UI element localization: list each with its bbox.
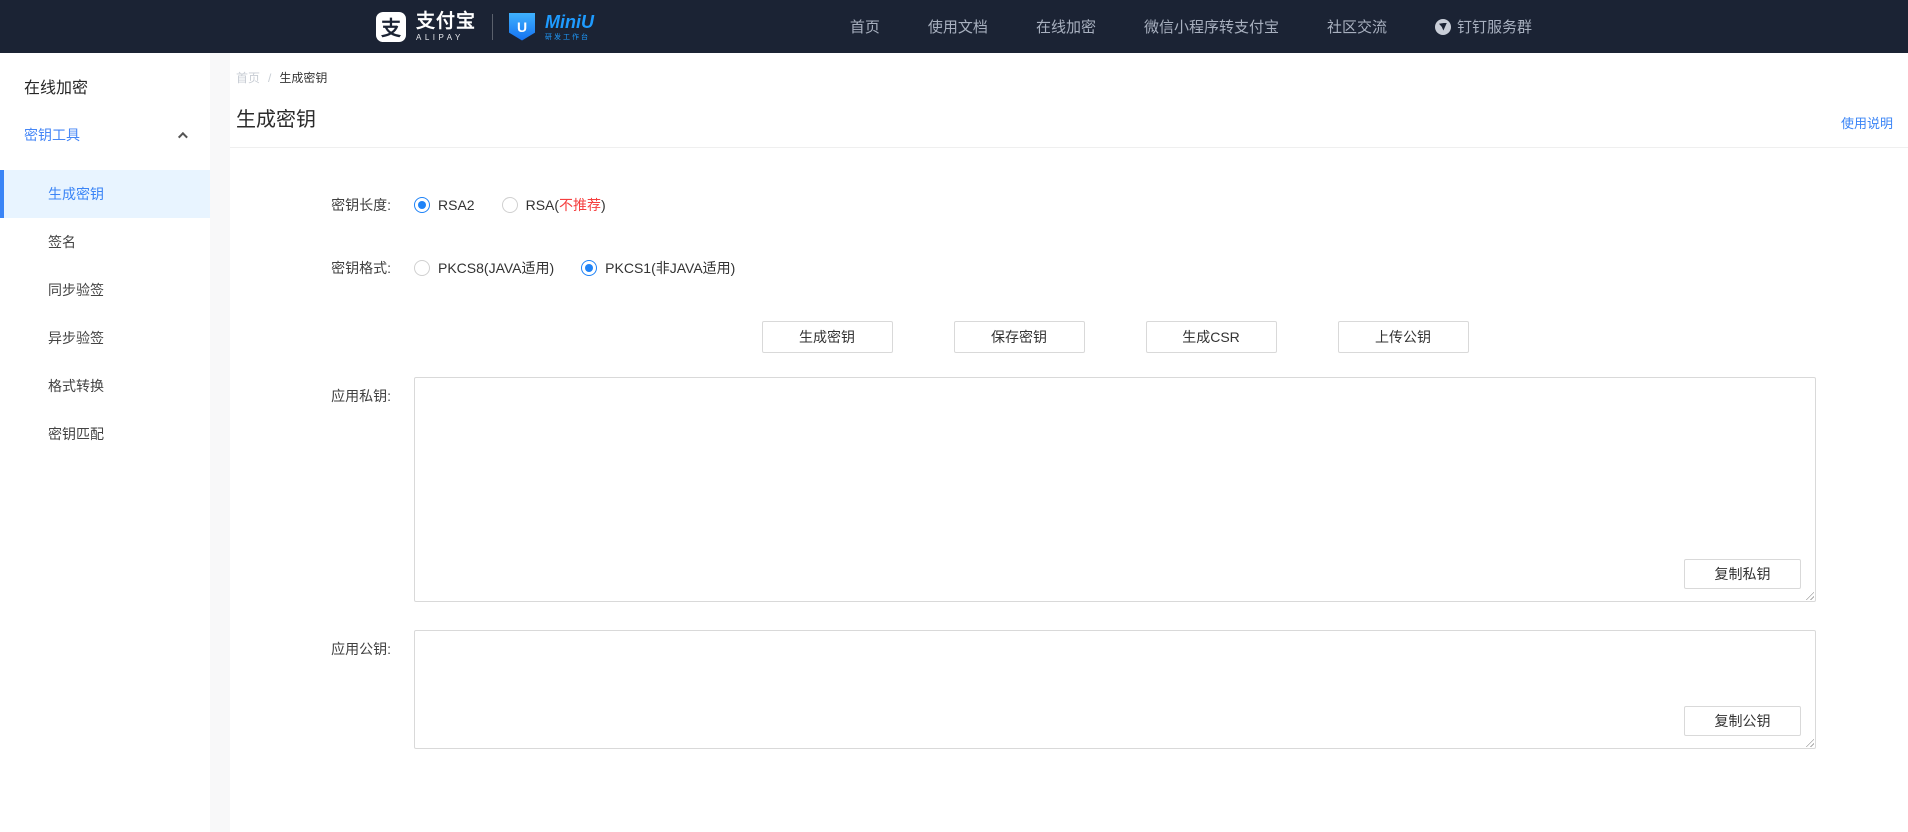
nav-item-docs[interactable]: 使用文档 xyxy=(928,16,988,37)
radio-pkcs1[interactable]: PKCS1(非JAVA适用) xyxy=(581,258,735,278)
nav-item-online-encrypt[interactable]: 在线加密 xyxy=(1036,16,1096,37)
radio-pkcs8[interactable]: PKCS8(JAVA适用) xyxy=(414,258,554,278)
alipay-en-text: ALIPAY xyxy=(416,34,476,42)
nav-item-dingtalk-group[interactable]: 钉钉服务群 xyxy=(1435,16,1532,37)
title-row: 生成密钥 使用说明 xyxy=(236,103,1893,132)
radio-selected-icon xyxy=(414,197,430,213)
breadcrumb-home[interactable]: 首页 xyxy=(236,69,260,86)
sidebar-item-key-match[interactable]: 密钥匹配 xyxy=(0,410,210,458)
private-key-textarea[interactable] xyxy=(414,377,1816,602)
brand-logo[interactable]: 支 支付宝 ALIPAY U MiniU 研发工作台 xyxy=(376,12,594,42)
generate-csr-button[interactable]: 生成CSR xyxy=(1146,321,1277,353)
radio-rsa[interactable]: RSA(不推荐) xyxy=(502,195,606,215)
copy-public-key-button[interactable]: 复制公钥 xyxy=(1684,706,1801,736)
radio-pkcs1-label: PKCS1(非JAVA适用) xyxy=(605,258,735,278)
radio-pkcs8-label: PKCS8(JAVA适用) xyxy=(438,258,554,278)
radio-rsa-prefix: RSA( xyxy=(526,197,559,213)
key-length-options: RSA2 RSA(不推荐) xyxy=(414,195,606,215)
radio-selected-icon xyxy=(581,260,597,276)
sidebar-item-async-verify[interactable]: 异步验签 xyxy=(0,314,210,362)
navbar-menu: 首页 使用文档 在线加密 微信小程序转支付宝 社区交流 钉钉服务群 xyxy=(850,16,1532,37)
upload-public-key-button[interactable]: 上传公钥 xyxy=(1338,321,1469,353)
public-key-label: 应用公钥: xyxy=(230,630,414,659)
key-format-label: 密钥格式: xyxy=(230,258,414,278)
chevron-up-icon xyxy=(178,131,188,141)
top-navbar: 支 支付宝 ALIPAY U MiniU 研发工作台 首页 使用文档 在线加密 … xyxy=(0,0,1908,53)
miniu-wordmark: MiniU 研发工作台 xyxy=(545,13,594,41)
sidebar-item-format-convert[interactable]: 格式转换 xyxy=(0,362,210,410)
public-key-field-wrap: 复制公钥 xyxy=(414,630,1816,749)
copy-private-key-button[interactable]: 复制私钥 xyxy=(1684,559,1801,589)
sidebar-item-list: 生成密钥 签名 同步验签 异步验签 格式转换 密钥匹配 xyxy=(0,170,210,458)
page-body: 在线加密 密钥工具 生成密钥 签名 同步验签 异步验签 格式转换 密钥匹配 首页… xyxy=(0,53,1908,832)
radio-rsa2[interactable]: RSA2 xyxy=(414,197,475,213)
sidebar: 在线加密 密钥工具 生成密钥 签名 同步验签 异步验签 格式转换 密钥匹配 xyxy=(0,53,210,832)
miniu-subtitle-text: 研发工作台 xyxy=(545,34,594,41)
nav-item-community[interactable]: 社区交流 xyxy=(1327,16,1387,37)
radio-rsa-label: RSA(不推荐) xyxy=(526,195,606,215)
sidebar-group-key-tools[interactable]: 密钥工具 xyxy=(0,125,210,145)
key-length-row: 密钥长度: RSA2 RSA(不推荐) xyxy=(230,195,1908,215)
nav-item-wechat-to-alipay[interactable]: 微信小程序转支付宝 xyxy=(1144,16,1279,37)
miniu-shield-icon: U xyxy=(509,13,535,41)
sidebar-item-sync-verify[interactable]: 同步验签 xyxy=(0,266,210,314)
miniu-name-text: MiniU xyxy=(545,13,594,31)
alipay-cn-text: 支付宝 xyxy=(416,12,476,31)
key-format-options: PKCS8(JAVA适用) PKCS1(非JAVA适用) xyxy=(414,258,735,278)
radio-unselected-icon xyxy=(414,260,430,276)
logo-divider xyxy=(492,14,493,40)
key-generation-form: 密钥长度: RSA2 RSA(不推荐) 密钥格式: xyxy=(230,148,1908,749)
private-key-label: 应用私钥: xyxy=(230,377,414,406)
save-key-button[interactable]: 保存密钥 xyxy=(954,321,1085,353)
breadcrumb: 首页 / 生成密钥 xyxy=(236,69,1893,86)
radio-rsa-warning: 不推荐 xyxy=(559,197,601,213)
page-header: 首页 / 生成密钥 生成密钥 使用说明 xyxy=(230,53,1908,148)
dingtalk-icon xyxy=(1435,19,1451,35)
main-content: 首页 / 生成密钥 生成密钥 使用说明 密钥长度: RSA2 xyxy=(230,53,1908,832)
nav-item-home[interactable]: 首页 xyxy=(850,16,880,37)
radio-rsa-suffix: ) xyxy=(601,197,606,213)
radio-unselected-icon xyxy=(502,197,518,213)
sidebar-group-label: 密钥工具 xyxy=(24,125,80,145)
radio-rsa2-label: RSA2 xyxy=(438,197,475,213)
breadcrumb-separator: / xyxy=(268,71,271,85)
key-format-row: 密钥格式: PKCS8(JAVA适用) PKCS1(非JAVA适用) xyxy=(230,258,1908,278)
dingtalk-wing-glyph xyxy=(1439,23,1447,31)
sidebar-content-divider xyxy=(210,53,230,832)
public-key-textarea[interactable] xyxy=(414,630,1816,749)
sidebar-item-sign[interactable]: 签名 xyxy=(0,218,210,266)
action-button-row: 生成密钥 保存密钥 生成CSR 上传公钥 xyxy=(414,321,1816,353)
private-key-field-wrap: 复制私钥 xyxy=(414,377,1816,602)
nav-item-dingtalk-label: 钉钉服务群 xyxy=(1457,16,1532,37)
public-key-row: 应用公钥: 复制公钥 xyxy=(230,630,1908,749)
generate-key-button[interactable]: 生成密钥 xyxy=(762,321,893,353)
usage-help-link[interactable]: 使用说明 xyxy=(1841,113,1893,132)
breadcrumb-current: 生成密钥 xyxy=(279,69,327,86)
page-title: 生成密钥 xyxy=(236,103,316,132)
sidebar-item-generate-key[interactable]: 生成密钥 xyxy=(0,170,210,218)
alipay-logo-icon: 支 xyxy=(376,12,406,42)
sidebar-title: 在线加密 xyxy=(24,74,210,98)
navbar-inner: 支 支付宝 ALIPAY U MiniU 研发工作台 首页 使用文档 在线加密 … xyxy=(376,0,1532,53)
key-length-label: 密钥长度: xyxy=(230,195,414,215)
alipay-wordmark: 支付宝 ALIPAY xyxy=(416,12,476,42)
private-key-row: 应用私钥: 复制私钥 xyxy=(230,377,1908,602)
